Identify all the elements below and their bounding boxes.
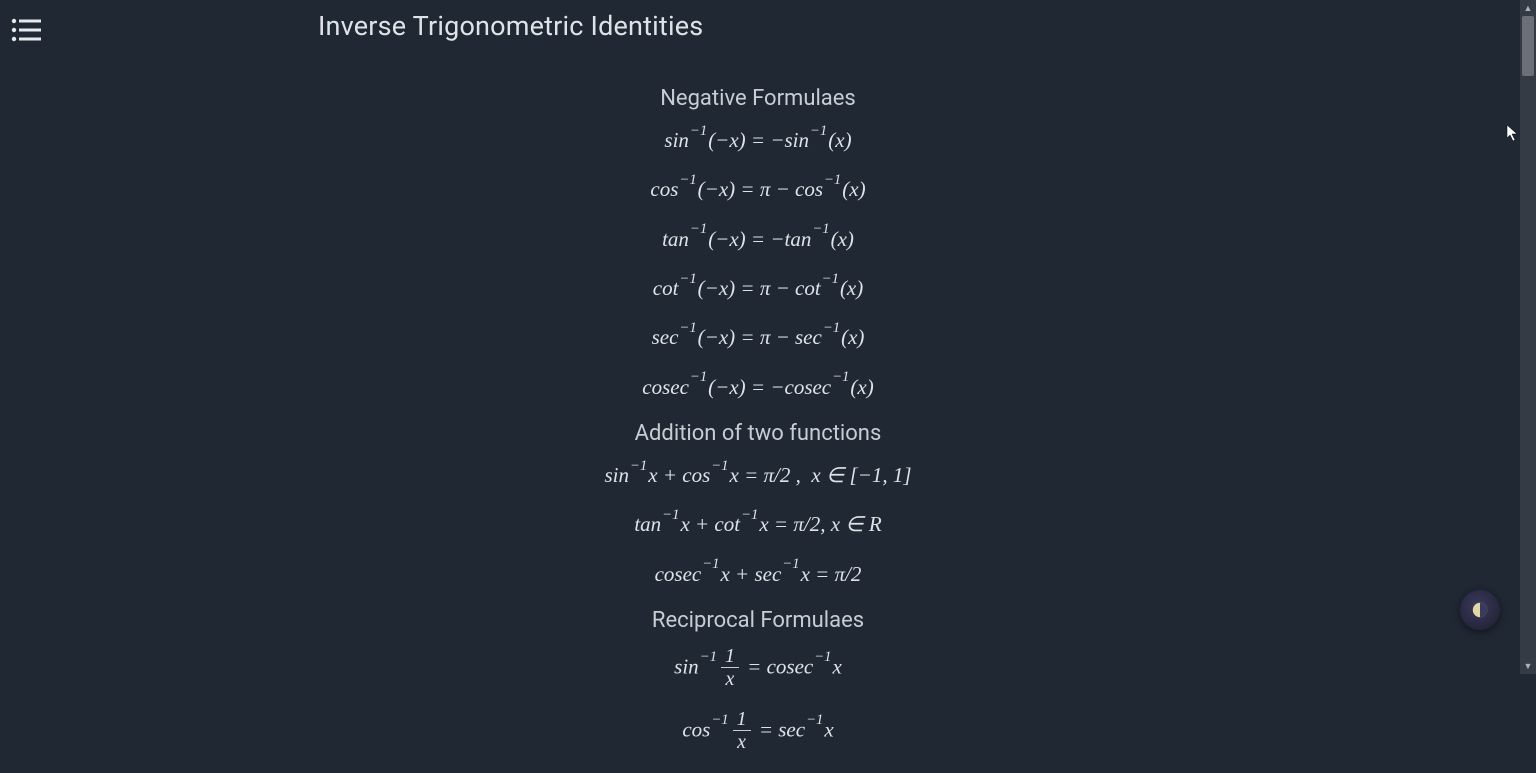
scroll-thumb[interactable]	[1522, 16, 1534, 76]
theme-toggle-button[interactable]	[1460, 590, 1500, 630]
section-heading-addition: Addition of two functions	[0, 421, 1516, 446]
formula-negative-1: sin−1(−x) = −sin−1(x)	[0, 125, 1516, 154]
theme-toggle-icon	[1471, 601, 1489, 619]
formula-addition-1: sin−1x + cos−1x = π/2 , x ∈ [−1, 1]	[0, 460, 1516, 489]
formula-negative-6: cosec−1(−x) = −cosec−1(x)	[0, 372, 1516, 401]
page-title: Inverse Trigonometric Identities	[318, 10, 703, 42]
formula-reciprocal-2: cos−11x = sec−1x	[0, 710, 1516, 753]
menu-icon	[11, 17, 41, 43]
scroll-track[interactable]	[1520, 16, 1536, 658]
menu-button[interactable]	[8, 12, 44, 48]
scroll-up-arrow[interactable]: ▲	[1520, 0, 1536, 16]
content-area: Negative Formulaes sin−1(−x) = −sin−1(x)…	[0, 80, 1516, 773]
vertical-scrollbar[interactable]: ▲ ▼	[1520, 0, 1536, 674]
formula-negative-5: sec−1(−x) = π − sec−1(x)	[0, 322, 1516, 351]
formula-negative-4: cot−1(−x) = π − cot−1(x)	[0, 273, 1516, 302]
scroll-down-arrow[interactable]: ▼	[1520, 658, 1536, 674]
formula-reciprocal-1: sin−11x = cosec−1x	[0, 647, 1516, 690]
formula-negative-2: cos−1(−x) = π − cos−1(x)	[0, 174, 1516, 203]
formula-addition-3: cosec−1x + sec−1x = π/2	[0, 559, 1516, 588]
formula-negative-3: tan−1(−x) = −tan−1(x)	[0, 224, 1516, 253]
section-heading-reciprocal: Reciprocal Formulaes	[0, 608, 1516, 633]
section-heading-negative: Negative Formulaes	[0, 86, 1516, 111]
formula-addition-2: tan−1x + cot−1x = π/2, x ∈ R	[0, 509, 1516, 538]
